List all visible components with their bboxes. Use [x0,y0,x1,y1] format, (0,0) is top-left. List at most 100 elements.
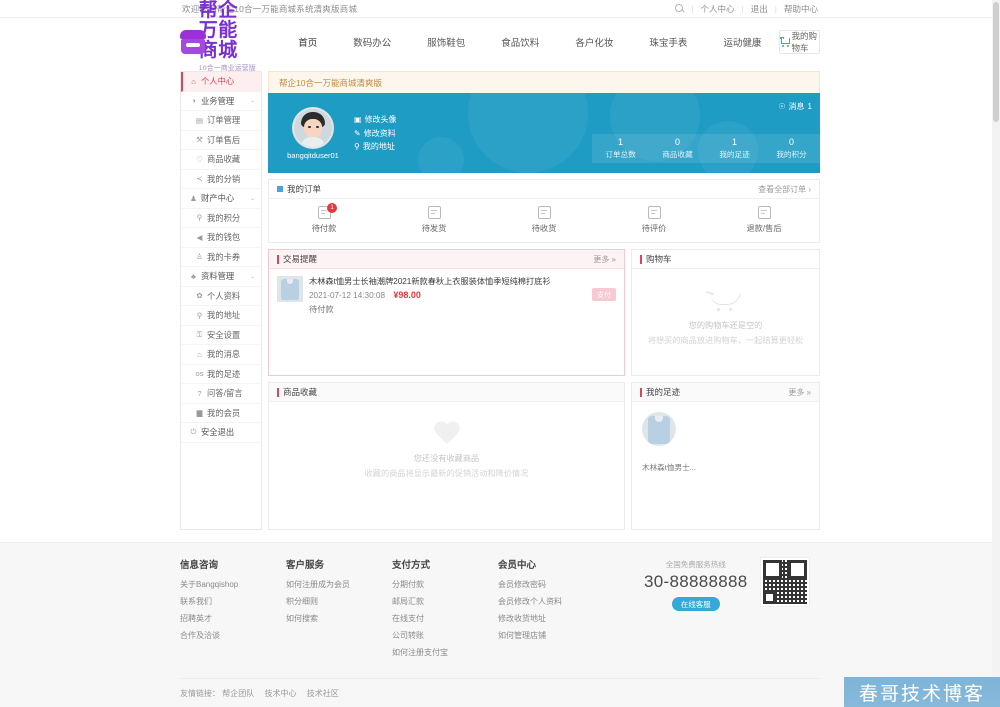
footer-link[interactable]: 如何搜索 [286,613,392,624]
sidebar-item-membership[interactable]: ▆ 我的会员 [181,404,261,423]
stat-total-orders[interactable]: 1 订单总数 [592,134,649,163]
view-all-orders-link[interactable]: 查看全部订单 › [758,184,811,195]
sidebar-item-footprints[interactable]: os 我的足迹 [181,365,261,384]
order-tab-pending-shipment[interactable]: 待发货 [379,206,489,234]
product-name[interactable]: 木林森t恤男士长袖潮牌2021新款春秋上衣服装体恤季短纯棉打底衫 [309,276,586,287]
sidebar-item-distribution[interactable]: ≺ 我的分销 [181,170,261,189]
search-icon[interactable] [675,4,684,13]
message-label: 消息 [788,102,805,111]
avatar[interactable] [292,106,334,149]
footer-link[interactable]: 会员修改密码 [498,579,604,590]
order-tab-pending-payment[interactable]: 1 待付款 [269,203,379,234]
sidebar-item-label: 资料管理 [201,271,235,282]
stat-favorites[interactable]: 0 商品收藏 [649,134,706,163]
footer-link[interactable]: 联系我们 [180,596,286,607]
footer-link[interactable]: 招聘英才 [180,613,286,624]
box-icon [427,206,441,219]
my-orders-title-wrap: 我的订单 [277,183,321,195]
qr-code-icon [759,557,810,607]
sidebar-item-coupons[interactable]: ♙ 我的卡券 [181,248,261,267]
sidebar-item-points[interactable]: ⚲ 我的积分 [181,209,261,228]
order-tab-pending-review[interactable]: 待评价 [599,206,709,234]
topbar-link-user-center[interactable]: 个人中心 [701,3,735,15]
scrollbar-thumb[interactable] [993,2,999,122]
hotline-number: 30-88888888 [644,572,748,591]
footer-link[interactable]: 关于Bangqishop [180,579,286,590]
section-marker-icon [640,254,642,264]
nav-item-food[interactable]: 食品饮料 [483,35,557,49]
footer-link[interactable]: 如何管理店铺 [498,630,604,641]
scrollbar-track[interactable] [992,0,1000,707]
my-address-link[interactable]: ⚲ 我的地址 [354,141,397,152]
truck-icon [537,206,551,219]
sidebar-item-messages[interactable]: ⌂ 我的消息 [181,345,261,365]
sidebar-item-security[interactable]: ⚿ 安全设置 [181,326,261,345]
change-avatar-link[interactable]: ▣ 修改头像 [354,114,397,125]
sidebar-item-logout[interactable]: ⏻ 安全退出 [181,423,261,443]
footer-link[interactable]: 如何注册成为会员 [286,579,392,590]
share-icon: ≺ [196,174,203,184]
trade-item-row[interactable]: 木林森t恤男士长袖潮牌2021新款春秋上衣服装体恤季短纯棉打底衫 2021-07… [269,269,624,322]
sidebar-item-after-sales[interactable]: ⚒ 订单售后 [181,131,261,150]
friendly-link[interactable]: 帮企团队 [222,689,254,698]
sidebar-item-wallet[interactable]: ◀ 我的钱包 [181,228,261,248]
cart-icon [705,290,746,313]
stat-footprints[interactable]: 1 我的足迹 [706,134,763,163]
nav-item-apparel[interactable]: 服饰鞋包 [409,35,483,49]
sidebar-item-order-manage[interactable]: ▤ 订单管理 [181,111,261,131]
trade-reminder-panel: 交易提醒 更多 » 木林森t恤男士长袖潮牌2021新款春秋上衣服装体恤季短纯棉打… [268,249,625,376]
order-status-tabs: 1 待付款 待发货 待收货 待评价 退款/售后 [269,199,819,242]
nav-item-jewelry[interactable]: 珠宝手表 [631,35,705,49]
sidebar-item-qa[interactable]: ? 问答/留言 [181,384,261,404]
nav-item-digital[interactable]: 数码办公 [335,35,409,49]
topbar-link-help[interactable]: 帮助中心 [784,3,818,15]
footer-link[interactable]: 邮局汇款 [392,596,498,607]
online-service-button[interactable]: 在线客服 [671,597,720,611]
sidebar-item-favorites[interactable]: ♡ 商品收藏 [181,150,261,170]
main-wrap: ⌂ 个人中心 ◑ 业务管理 ⌄ ▤ 订单管理 ⚒ 订单售后 ♡ 商品收藏 ≺ 我… [180,65,820,530]
site-logo[interactable]: 帮企万能商城 10合一商业运营版万能商城 [180,1,256,82]
stat-points[interactable]: 0 我的积分 [763,134,820,163]
friendly-link[interactable]: 技术社区 [307,689,339,698]
footer-link[interactable]: 合作及洽谈 [180,630,286,641]
cart-empty-line1: 您的购物车还是空的 [688,321,763,330]
order-tab-pending-receipt[interactable]: 待收货 [489,206,599,234]
nav-item-home[interactable]: 首页 [280,35,335,49]
footer-link[interactable]: 会员修改个人资料 [498,596,604,607]
sidebar-item-user-center[interactable]: ⌂ 个人中心 [181,72,261,92]
divider: | [691,3,694,14]
pay-button[interactable]: 支付 [592,288,616,301]
sidebar-item-profile-manage[interactable]: ♣ 资料管理 ⌄ [181,267,261,287]
footer-column-title: 支付方式 [392,560,431,571]
order-tab-refund[interactable]: 退款/售后 [709,206,819,234]
sidebar-item-label: 安全退出 [201,427,235,438]
section-marker-icon [277,254,279,264]
product-thumbnail[interactable] [277,276,303,302]
footprints-more-link[interactable]: 更多 » [788,387,811,398]
footer-link[interactable]: 公司转账 [392,630,498,641]
lock-icon: ⚿ [196,329,203,339]
divider: | [741,3,744,14]
footprint-item[interactable]: 木林森t恤男士... [632,402,819,473]
location-icon: ⚲ [196,310,203,320]
sidebar-item-personal-info[interactable]: ✿ 个人资料 [181,287,261,306]
footprint-thumbnail[interactable] [642,412,676,446]
edit-profile-link[interactable]: ✎ 修改资料 [354,128,397,139]
sidebar-item-assets[interactable]: ♟ 财产中心 ⌄ [181,189,261,209]
nav-item-cosmetics[interactable]: 各户化妆 [557,35,631,49]
avatar-block[interactable]: bangqitduser01 [276,106,350,160]
sidebar-item-address[interactable]: ⚲ 我的地址 [181,306,261,326]
sidebar-item-business[interactable]: ◑ 业务管理 ⌄ [181,92,261,111]
footer-link[interactable]: 修改收货地址 [498,613,604,624]
nav-item-sports[interactable]: 运动健康 [705,35,779,49]
topbar-link-logout[interactable]: 退出 [751,3,768,15]
cart-button[interactable]: 我的购物车 [779,29,820,54]
footer-link[interactable]: 如何注册支付宝 [392,647,498,658]
footer-link[interactable]: 分期付款 [392,579,498,590]
footer-link[interactable]: 积分细则 [286,596,392,607]
friendly-link[interactable]: 技术中心 [264,689,296,698]
message-indicator[interactable]: ☉ 消息 1 [778,101,812,112]
footer-link[interactable]: 在线支付 [392,613,498,624]
trade-title-wrap: 交易提醒 [277,253,317,265]
trade-more-link[interactable]: 更多 » [593,254,616,265]
